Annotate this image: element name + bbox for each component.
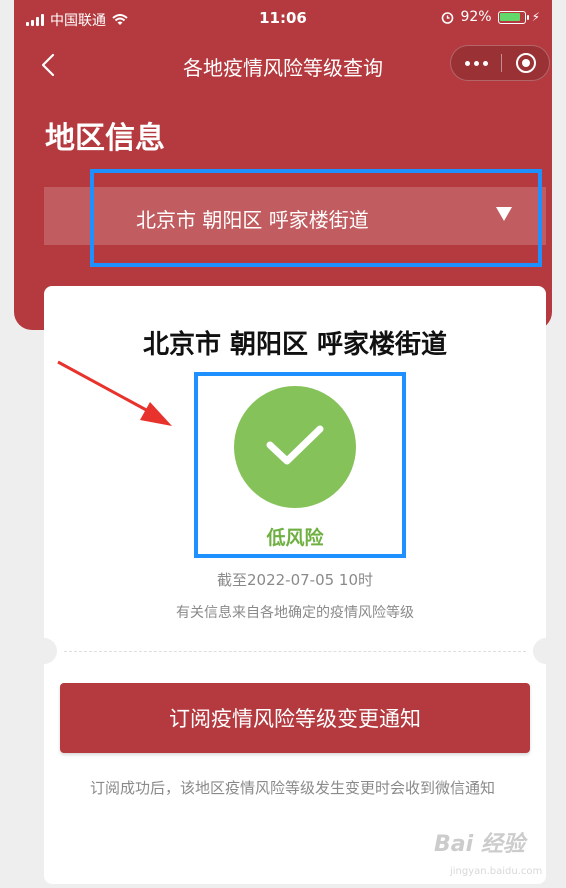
checkmark-icon	[266, 425, 324, 465]
subscribe-note: 订阅成功后，该地区疫情风险等级发生变更时会收到微信通知	[90, 779, 496, 797]
more-button[interactable]	[451, 46, 501, 80]
ticket-notch-left	[31, 638, 57, 664]
miniprogram-capsule	[450, 45, 550, 81]
close-miniprogram-button[interactable]	[502, 46, 550, 80]
low-risk-status-badge	[234, 386, 356, 508]
baidu-jingyan-watermark: Bai 经验	[434, 832, 525, 857]
dropdown-triangle-icon	[496, 207, 512, 221]
risk-result-card: 北京市 朝阳区 呼家楼街道 低风险 截至2022-07-05 10时 有关信息来…	[31, 286, 559, 884]
result-region-name: 北京市 朝阳区 呼家楼街道	[142, 330, 448, 360]
data-source-note: 有关信息来自各地确定的疫情风险等级	[176, 605, 414, 621]
navigation-bar: 各地疫情风险等级查询	[14, 40, 552, 90]
as-of-timestamp: 截至2022-07-05 10时	[216, 571, 374, 589]
alarm-icon	[442, 11, 454, 24]
charging-icon: ⚡	[531, 10, 540, 24]
status-bar: 中国联通 11:06 92% ⚡	[14, 0, 552, 38]
watermark-url: jingyan.baidu.com	[450, 866, 543, 877]
risk-level-label: 低风险	[266, 527, 324, 549]
battery-icon	[497, 10, 529, 24]
more-dots-icon	[464, 60, 470, 66]
region-section-title: 地区信息	[45, 121, 165, 156]
card-divider	[64, 651, 526, 652]
ticket-notch-right	[533, 638, 559, 664]
region-select[interactable]: 北京市 朝阳区 呼家楼街道	[44, 187, 546, 245]
subscribe-notification-button[interactable]: 订阅疫情风险等级变更通知	[60, 683, 530, 753]
target-close-icon	[516, 53, 536, 73]
battery-percent: 92%	[460, 9, 492, 25]
selected-region: 北京市 朝阳区 呼家楼街道	[136, 208, 369, 232]
